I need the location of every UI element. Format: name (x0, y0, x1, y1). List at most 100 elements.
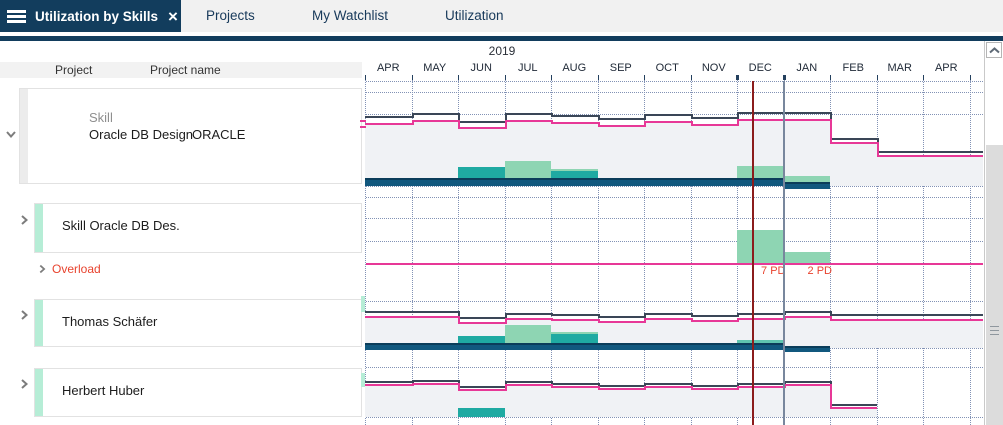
capacity-step (737, 313, 739, 317)
capacity-fill (691, 126, 738, 186)
capacity-line-planned (551, 319, 598, 321)
today-line (752, 81, 754, 425)
capacity-line-planned (366, 263, 983, 265)
capacity-step-planned (551, 384, 553, 388)
capacity-line-max (505, 381, 552, 383)
capacity-fill (598, 390, 645, 417)
row-edge-mark (360, 126, 366, 128)
vertical-scrollbar[interactable] (984, 41, 1003, 425)
capacity-line-planned (784, 384, 831, 386)
capacity-fill (412, 385, 459, 417)
utilization-bar[interactable] (505, 325, 552, 343)
scrollbar-grip-icon (990, 326, 999, 338)
capacity-line-max (830, 138, 877, 140)
month-tick (412, 75, 413, 80)
capacity-line-planned (505, 318, 552, 320)
capacity-fill (784, 386, 831, 417)
capacity-line-planned (412, 120, 459, 122)
app-window: Utilization by Skills × Projects My Watc… (0, 0, 1003, 425)
capacity-step-planned (644, 318, 646, 323)
capacity-line-max (784, 112, 831, 114)
utilization-bar[interactable] (551, 334, 598, 343)
row-edge-mark (361, 296, 365, 312)
utilization-bar[interactable] (551, 171, 598, 178)
utilization-bar[interactable] (458, 167, 505, 178)
capacity-line-planned (412, 383, 459, 385)
capacity-step-planned (458, 383, 460, 391)
month-label: JUL (508, 62, 548, 76)
capacity-line-max (923, 151, 970, 153)
capacity-line-planned (365, 123, 412, 125)
capacity-line-planned (551, 386, 598, 388)
month-tick (644, 75, 645, 80)
month-label: FEB (833, 62, 873, 76)
utilization-bar[interactable] (458, 336, 505, 343)
capacity-line-max (737, 112, 784, 114)
capacity-step-planned (691, 386, 693, 390)
month-label: AUG (554, 62, 594, 76)
utilization-bar[interactable] (505, 161, 552, 178)
capacity-line-planned (830, 319, 877, 321)
capacity-fill (830, 144, 877, 186)
utilization-chart: 7 PD2 PDAPRMAYJUNJULAUGSEPOCTNOVDECJANFE… (0, 0, 1003, 425)
capacity-line-max (644, 313, 691, 315)
capacity-line-max (598, 316, 645, 318)
capacity-fill (737, 388, 784, 417)
capacity-line-max (365, 311, 412, 313)
capacity-line-max (412, 113, 459, 115)
month-tick (783, 75, 786, 80)
scroll-up-button[interactable] (986, 42, 1002, 58)
capacity-fill (784, 318, 831, 348)
year-label: 2019 (470, 44, 534, 58)
capacity-fill (412, 122, 459, 186)
utilization-bar[interactable] (784, 252, 831, 263)
utilization-bar[interactable] (784, 176, 831, 182)
capacity-line-max (644, 114, 691, 116)
capacity-fill (830, 321, 877, 348)
capacity-line-max (737, 313, 784, 315)
capacity-fill (644, 388, 691, 417)
utilization-bar[interactable] (737, 166, 784, 178)
capacity-line-planned (877, 319, 924, 321)
capacity-step (598, 314, 600, 318)
month-tick (505, 75, 506, 80)
month-tick (923, 75, 924, 80)
capacity-line-max (598, 385, 645, 387)
utilization-bar[interactable] (737, 230, 784, 263)
capacity-line-planned (644, 318, 691, 320)
capacity-line-max (830, 404, 877, 406)
scrollbar-thumb[interactable] (986, 145, 1003, 425)
capacity-fill (365, 386, 412, 417)
capacity-line-planned (691, 124, 738, 126)
month-label: MAY (415, 62, 455, 76)
month-label: APR (926, 62, 966, 76)
capacity-line-planned (784, 316, 831, 318)
capacity-step-planned (598, 386, 600, 390)
capacity-line-max (970, 314, 984, 316)
utilization-bar[interactable] (458, 408, 505, 417)
capacity-fill (923, 157, 970, 186)
capacity-step-planned (644, 386, 646, 390)
capacity-line-max (877, 314, 924, 316)
capacity-line-max (458, 121, 505, 123)
capacity-step-planned (691, 121, 693, 126)
capacity-line-max (412, 380, 459, 382)
capacity-step-planned (412, 383, 414, 386)
utilization-bar[interactable] (737, 340, 784, 343)
capacity-line-max (505, 313, 552, 315)
overload-value-label: 2 PD (784, 265, 833, 277)
capacity-fill (644, 123, 691, 186)
capacity-line-planned (505, 384, 552, 386)
capacity-fill (830, 409, 877, 417)
capacity-line-max (923, 314, 970, 316)
month-tick (830, 75, 831, 80)
capacity-line-planned (458, 322, 505, 324)
capacity-line-planned (365, 384, 412, 386)
capacity-step (691, 114, 693, 119)
capacity-step-planned (412, 120, 414, 125)
month-label: OCT (647, 62, 687, 76)
scroll-up-icon (989, 47, 1000, 54)
capacity-line-planned (412, 316, 459, 318)
month-tick (598, 75, 599, 80)
capacity-step-planned (505, 120, 507, 129)
